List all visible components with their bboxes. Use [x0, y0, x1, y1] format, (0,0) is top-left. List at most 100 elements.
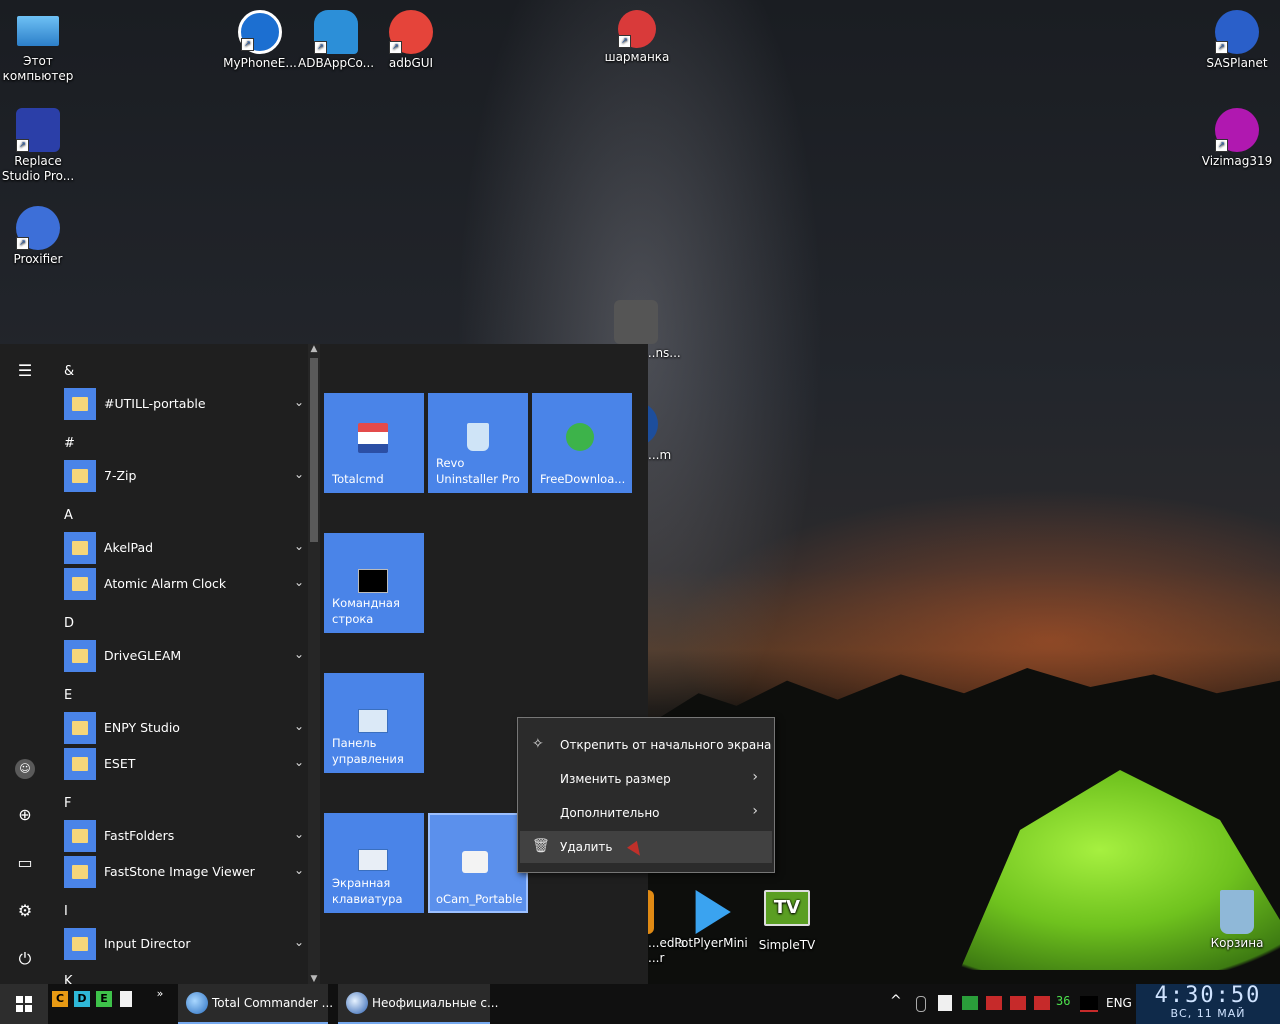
menu-item-uninstall[interactable]: 🗑 Удалить: [520, 831, 772, 863]
desktop-icon-potplayer[interactable]: PotPlyerMini: [673, 890, 749, 951]
chevron-down-icon[interactable]: ⌄: [294, 647, 304, 661]
scroll-down-icon[interactable]: ▼: [309, 974, 319, 984]
app-label: FastStone Image Viewer: [104, 864, 255, 879]
tile-revo-uninstaller[interactable]: Revo Uninstaller Pro: [428, 393, 528, 493]
tile-freedownload[interactable]: FreeDownloa...: [532, 393, 632, 493]
app-label: ESET: [104, 756, 136, 771]
tv-icon: TV: [764, 890, 810, 926]
quicklaunch-drive-d[interactable]: D: [74, 991, 90, 1007]
app-item[interactable]: Atomic Alarm Clock ⌄: [64, 568, 304, 600]
app-item[interactable]: Input Director ⌄: [64, 928, 304, 960]
menu-item-label: Дополнительно: [560, 806, 660, 820]
chevron-down-icon[interactable]: ⌄: [294, 395, 304, 409]
sharmanka-icon: ↗: [618, 10, 656, 48]
tile-ocam-portable[interactable]: oCam_Portable: [428, 813, 528, 913]
network-monitor-icon[interactable]: [962, 996, 978, 1010]
group-header[interactable]: E: [64, 688, 72, 703]
vizimag-icon: ↗: [1215, 108, 1259, 152]
keyboard-icon: [358, 849, 388, 871]
task-browser[interactable]: Неофициальные с...: [338, 984, 498, 1024]
settings-icon[interactable]: ⚙: [12, 898, 38, 924]
tile-label: FreeDownloa...: [540, 472, 626, 486]
cpu-counter[interactable]: 36: [1056, 994, 1070, 1008]
quicklaunch-more-icon[interactable]: »: [152, 986, 168, 1002]
menu-item-more[interactable]: Дополнительно ›: [520, 797, 772, 829]
tile-onscreen-keyboard[interactable]: Экранная клавиатура: [324, 813, 424, 913]
chevron-down-icon[interactable]: ⌄: [294, 539, 304, 553]
icon-label: adbGUI: [388, 56, 434, 70]
folder-icon: [64, 820, 96, 852]
icon-label: MyPhoneE...: [223, 56, 297, 70]
language-indicator[interactable]: ENG: [1106, 996, 1132, 1010]
notepad-icon[interactable]: [120, 991, 132, 1007]
tile-command-prompt[interactable]: Командная строка: [324, 533, 424, 633]
download-icon: [566, 423, 594, 451]
tray-overflow-chevron-icon[interactable]: ^: [890, 993, 902, 1009]
group-header[interactable]: &: [64, 364, 74, 379]
group-header[interactable]: F: [64, 796, 71, 811]
clock[interactable]: 4:30:50 ВС, 11 МАЙ: [1136, 984, 1280, 1024]
scroll-up-icon[interactable]: ▲: [309, 344, 319, 354]
desktop-icon-proxifier[interactable]: ↗ Proxifier: [0, 206, 76, 267]
desktop-icon-replace-studio[interactable]: ↗ Replace Studio Pro...: [0, 108, 76, 184]
group-header[interactable]: #: [64, 436, 75, 451]
app-item[interactable]: FastFolders ⌄: [64, 820, 304, 852]
app-label: 7-Zip: [104, 468, 137, 483]
power-icon[interactable]: ⏻: [12, 946, 38, 972]
chevron-down-icon[interactable]: ⌄: [294, 935, 304, 949]
chevron-down-icon[interactable]: ⌄: [294, 719, 304, 733]
tile-control-panel[interactable]: Панель управления: [324, 673, 424, 773]
icon-label: Корзина: [1210, 936, 1264, 950]
document-icon[interactable]: [938, 995, 952, 1011]
browser-icon: [346, 992, 368, 1014]
hamburger-icon[interactable]: ☰: [12, 358, 38, 384]
user-icon[interactable]: ☺: [12, 754, 38, 780]
menu-item-resize[interactable]: Изменить размер ›: [520, 763, 772, 795]
drive-e-monitor-icon[interactable]: [1034, 996, 1050, 1010]
menu-item-unpin[interactable]: ✧ Открепить от начального экрана: [520, 729, 772, 761]
drive-c-monitor-icon[interactable]: [986, 996, 1002, 1010]
chevron-down-icon[interactable]: ⌄: [294, 827, 304, 841]
app-label: AkelPad: [104, 540, 154, 555]
task-total-commander[interactable]: Total Commander ...: [178, 984, 333, 1024]
app-item[interactable]: 7-Zip ⌄: [64, 460, 304, 492]
tile-label: Revo Uninstaller Pro: [436, 456, 520, 486]
desktop-icon-recycle-bin[interactable]: Корзина: [1199, 890, 1275, 951]
chevron-down-icon[interactable]: ⌄: [294, 467, 304, 481]
quicklaunch-drive-c[interactable]: C: [52, 991, 68, 1007]
desktop-icon-sasplanet[interactable]: ↗ SASPlanet: [1199, 10, 1275, 71]
tile-totalcmd[interactable]: Totalcmd: [324, 393, 424, 493]
desktop-icon-vizimag[interactable]: ↗ Vizimag319: [1199, 108, 1275, 169]
app-item[interactable]: ENPY Studio ⌄: [64, 712, 304, 744]
shield-icon: [614, 300, 658, 344]
desktop-icon-adbgui[interactable]: ↗ adbGUI: [373, 10, 449, 71]
app-item[interactable]: #UTILL-portable ⌄: [64, 388, 304, 420]
graph-monitor-icon[interactable]: [1080, 996, 1098, 1012]
app-item[interactable]: AkelPad ⌄: [64, 532, 304, 564]
icon-label: шарманка: [604, 50, 670, 64]
desktop-icon-simpletv[interactable]: TV SimpleTV: [749, 890, 825, 953]
chevron-down-icon[interactable]: ⌄: [294, 575, 304, 589]
app-list-scrollbar[interactable]: ▲ ▼: [308, 344, 320, 984]
group-header[interactable]: A: [64, 508, 73, 523]
desktop-icon-adbappcontrol[interactable]: ↗ ADBAppCo...: [298, 10, 374, 71]
drive-d-monitor-icon[interactable]: [1010, 996, 1026, 1010]
start-button[interactable]: [0, 984, 48, 1024]
group-header[interactable]: K: [64, 974, 73, 984]
quicklaunch-drive-e[interactable]: E: [96, 991, 112, 1007]
app-item[interactable]: ESET ⌄: [64, 748, 304, 780]
recycle-icon: [467, 423, 489, 451]
app-item[interactable]: DriveGLEAM ⌄: [64, 640, 304, 672]
chevron-down-icon[interactable]: ⌄: [294, 863, 304, 877]
app-item[interactable]: FastStone Image Viewer ⌄: [64, 856, 304, 888]
desktop-icon-sharmanka[interactable]: ↗ шарманка: [599, 10, 675, 65]
pictures-icon[interactable]: ▭: [12, 850, 38, 876]
paperclip-icon[interactable]: [916, 996, 926, 1012]
desktop-icon-myphoneexplorer[interactable]: ↗ MyPhoneE...: [222, 10, 298, 71]
chevron-down-icon[interactable]: ⌄: [294, 755, 304, 769]
group-header[interactable]: I: [64, 904, 68, 919]
desktop-icon-this-pc[interactable]: Этот компьютер: [0, 10, 76, 84]
globe-icon[interactable]: ⊕: [12, 802, 38, 828]
group-header[interactable]: D: [64, 616, 74, 631]
scroll-thumb[interactable]: [310, 358, 318, 542]
